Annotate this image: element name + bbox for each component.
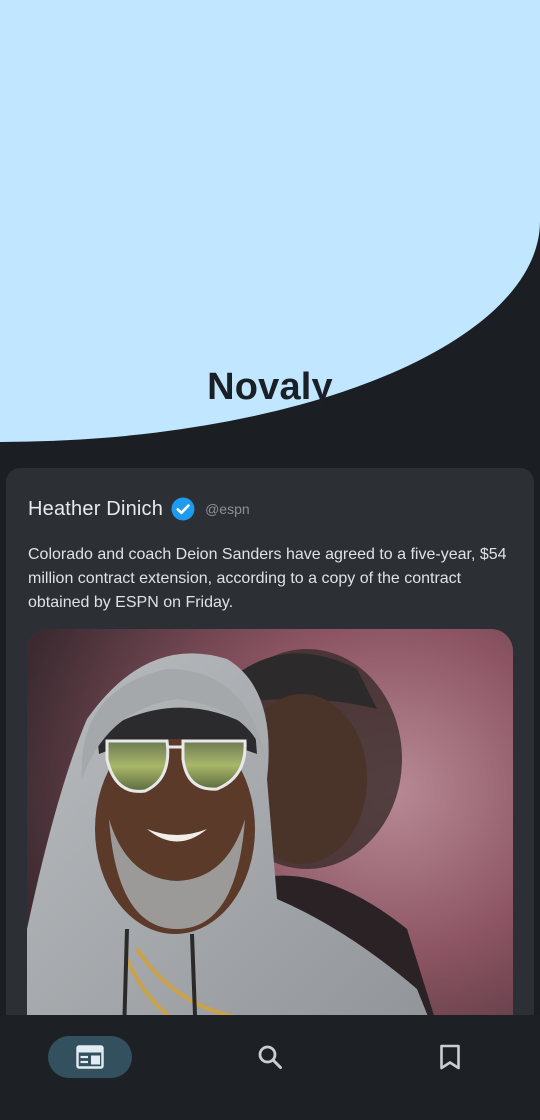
post-text: Colorado and coach Deion Sanders have ag… [28,546,507,611]
post-image[interactable] [27,629,513,1068]
news-feed-icon [76,1045,104,1069]
nav-search-tab[interactable] [250,1036,290,1078]
nav-bookmarks-tab[interactable] [430,1036,470,1078]
bottom-navigation-bar [0,1015,540,1120]
author-handle[interactable]: @espn [205,501,250,517]
search-icon [257,1044,283,1070]
app-title: Novaly [207,366,333,408]
verified-badge-icon [171,497,195,521]
app-screen: Novaly Heather Dinich @espn Colorado and… [0,0,540,1120]
news-post-card[interactable]: Heather Dinich @espn Colorado and coach … [6,468,534,1068]
author-name[interactable]: Heather Dinich [28,498,163,521]
nav-feed-tab[interactable] [48,1036,132,1078]
bookmark-icon [439,1044,461,1070]
post-header: Heather Dinich @espn [28,495,250,523]
